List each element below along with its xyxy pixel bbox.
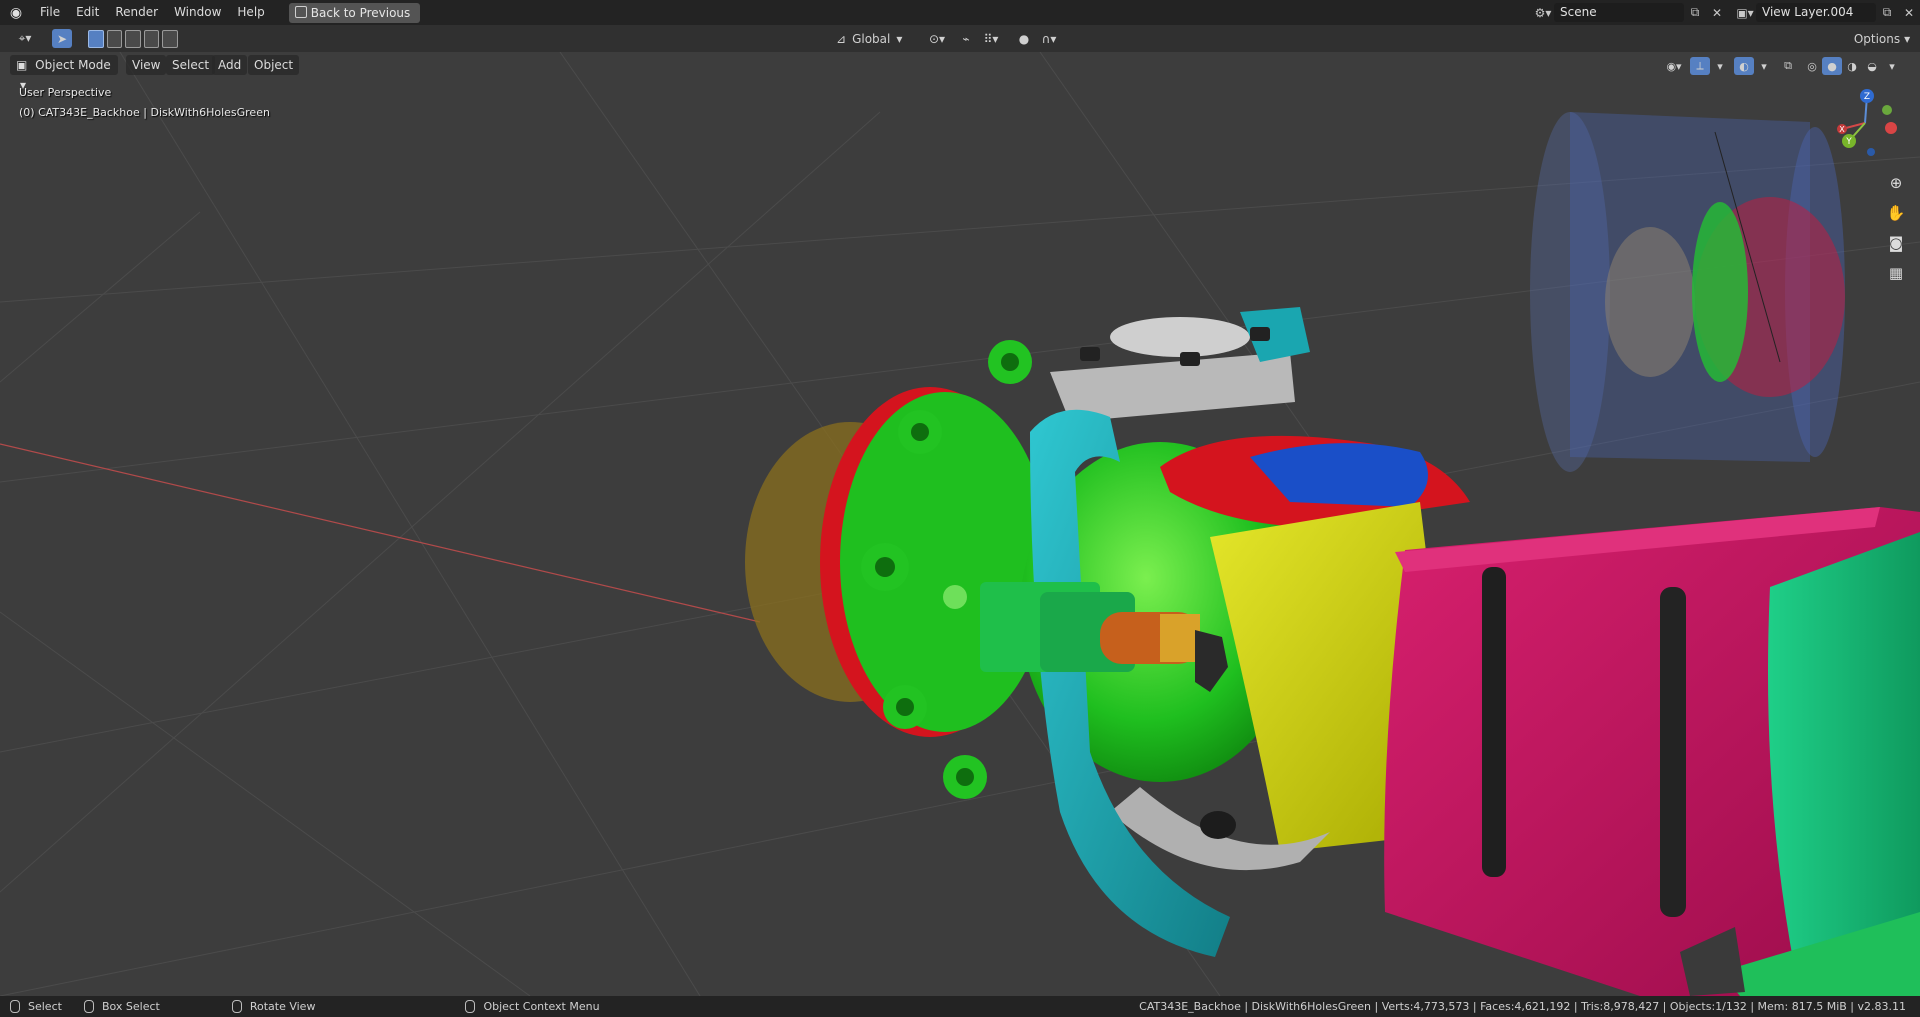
active-object-label: (0) CAT343E_Backhoe | DiskWith6HolesGree… bbox=[19, 106, 270, 119]
snap-target-icon[interactable]: ⠿▾ bbox=[976, 29, 1006, 48]
status-rotate-view-label: Rotate View bbox=[249, 1000, 316, 1013]
blender-logo-icon[interactable]: ◉ bbox=[0, 0, 32, 25]
select-new-icon[interactable] bbox=[88, 29, 104, 48]
status-context-menu-hint: Object Context Menu bbox=[465, 1000, 600, 1013]
chevron-down-icon: ▾ bbox=[20, 78, 27, 92]
view-layer-field[interactable]: View Layer.004 bbox=[1756, 3, 1876, 22]
chevron-down-icon: ▾ bbox=[1904, 31, 1911, 46]
select-tool-icon[interactable]: ➤ bbox=[52, 29, 72, 48]
status-context-menu-label: Object Context Menu bbox=[483, 1000, 600, 1013]
neg-y-axis-icon[interactable] bbox=[1882, 105, 1892, 115]
inset-assembly-preview bbox=[1530, 112, 1845, 472]
select-intersect-icon[interactable] bbox=[162, 29, 178, 48]
green-disk-with-holes bbox=[840, 340, 1050, 799]
svg-text:X: X bbox=[1839, 125, 1845, 134]
scene-name-field[interactable]: Scene bbox=[1554, 3, 1684, 22]
gizmo-toggle-icon[interactable]: ⟂ bbox=[1690, 57, 1710, 75]
svg-text:Y: Y bbox=[1845, 137, 1852, 147]
pan-hand-icon[interactable]: ✋ bbox=[1883, 200, 1909, 226]
selection-mode-group bbox=[88, 29, 178, 48]
select-subtract-icon[interactable] bbox=[125, 29, 141, 48]
scene-statistics: CAT343E_Backhoe | DiskWith6HolesGreen | … bbox=[1139, 1000, 1906, 1013]
viewport-menu-object[interactable]: Object bbox=[248, 55, 300, 75]
top-menu-bar: ◉ File Edit Render Window Help Back to P… bbox=[0, 0, 1920, 25]
material-shading-icon[interactable]: ◑ bbox=[1842, 57, 1862, 75]
scene-browse-icon[interactable]: ⚙▾ bbox=[1532, 3, 1554, 22]
menu-edit[interactable]: Edit bbox=[68, 0, 107, 25]
menu-file[interactable]: File bbox=[32, 0, 68, 25]
proportional-editing-icon[interactable]: ● bbox=[1016, 29, 1032, 48]
screen-icon bbox=[294, 5, 307, 18]
status-rotate-view-hint: Rotate View bbox=[231, 1000, 316, 1013]
perspective-toggle-icon[interactable]: ▦ bbox=[1883, 260, 1909, 286]
back-to-previous-button[interactable]: Back to Previous bbox=[288, 2, 421, 23]
status-select-hint: Select bbox=[10, 1000, 62, 1013]
shading-dropdown-icon[interactable]: ▾ bbox=[1882, 57, 1902, 75]
navigation-axis-gizmo[interactable]: Z Y X bbox=[1830, 88, 1900, 158]
orientation-icon: ⊿ bbox=[836, 31, 847, 46]
view-layer-browse-icon[interactable]: ▣▾ bbox=[1734, 3, 1756, 22]
gizmo-dropdown-icon[interactable]: ▾ bbox=[1710, 57, 1730, 75]
new-scene-icon[interactable]: ⧉ bbox=[1684, 3, 1706, 22]
black-rod-right bbox=[1660, 587, 1686, 917]
overlays-toggle-icon[interactable]: ◐ bbox=[1734, 57, 1754, 75]
camera-icon[interactable]: ◙ bbox=[1883, 230, 1909, 256]
status-box-select-label: Box Select bbox=[101, 1000, 160, 1013]
object-mode-label: Object Mode bbox=[35, 58, 111, 72]
viewport-menu-add[interactable]: Add bbox=[212, 55, 248, 75]
menu-window[interactable]: Window bbox=[166, 0, 229, 25]
transform-orientation-dropdown[interactable]: ⊿ Global ▾ bbox=[836, 29, 916, 48]
neg-x-axis-icon[interactable] bbox=[1885, 122, 1897, 134]
xray-toggle-icon[interactable]: ⧉ bbox=[1778, 57, 1798, 75]
viewport-scene bbox=[0, 52, 1920, 996]
select-extend-icon[interactable] bbox=[106, 29, 123, 48]
status-select-label: Select bbox=[28, 1000, 62, 1013]
menu-help[interactable]: Help bbox=[229, 0, 272, 25]
select-invert-icon[interactable] bbox=[143, 29, 160, 48]
wireframe-shading-icon[interactable]: ◎ bbox=[1802, 57, 1822, 75]
falloff-icon[interactable]: ∩▾ bbox=[1034, 29, 1064, 48]
editor-type-icon[interactable]: ⌖▾ bbox=[10, 29, 40, 48]
mouse-middle-icon bbox=[231, 1000, 242, 1013]
viewport-menu-select[interactable]: Select bbox=[166, 55, 216, 75]
pivot-point-icon[interactable]: ⊙▾ bbox=[922, 29, 952, 48]
new-view-layer-icon[interactable]: ⧉ bbox=[1876, 3, 1898, 22]
object-mode-icon: ▣ bbox=[16, 58, 28, 72]
back-to-previous-label: Back to Previous bbox=[310, 5, 411, 20]
x-axis-line bbox=[0, 443, 761, 623]
zoom-icon[interactable]: ⊕ bbox=[1883, 170, 1909, 196]
scene-selector-group: ⚙▾ Scene ⧉ ✕ ▣▾ View Layer.004 ⧉ ✕ bbox=[1532, 0, 1920, 25]
object-mode-dropdown[interactable]: ▣ Object Mode ▾ bbox=[10, 55, 118, 92]
chevron-down-icon: ▾ bbox=[896, 31, 903, 46]
snap-toggle-icon[interactable]: ⌁ bbox=[956, 29, 976, 48]
rendered-shading-icon[interactable]: ◒ bbox=[1862, 57, 1882, 75]
orientation-label: Global bbox=[852, 31, 891, 46]
delete-view-layer-icon[interactable]: ✕ bbox=[1898, 3, 1920, 22]
3d-viewport[interactable]: User Perspective (0) CAT343E_Backhoe | D… bbox=[0, 52, 1920, 996]
mouse-drag-icon bbox=[83, 1000, 94, 1013]
neg-z-axis-icon[interactable] bbox=[1867, 148, 1875, 156]
mouse-right-icon bbox=[465, 1000, 476, 1013]
status-bar: Select Box Select Rotate View Object Con… bbox=[0, 996, 1920, 1017]
viewport-menu-view[interactable]: View bbox=[126, 55, 167, 75]
viewport-header: ▣ Object Mode ▾ View Select Add Object ◉… bbox=[0, 52, 1920, 92]
viewport-display-controls: ◉▾ ⟂ ▾ ◐ ▾ ⧉ ◎ ● ◑ ◒ ▾ bbox=[1664, 57, 1902, 75]
options-label: Options bbox=[1853, 31, 1901, 46]
tool-header: ⌖▾ ➤ ⊿ Global ▾ ⊙▾ ⌁ ⠿▾ ● ∩▾ Options ▾ bbox=[0, 25, 1920, 52]
view-perspective-label: User Perspective bbox=[19, 86, 112, 99]
overlays-dropdown-icon[interactable]: ▾ bbox=[1754, 57, 1774, 75]
delete-scene-icon[interactable]: ✕ bbox=[1706, 3, 1728, 22]
visibility-icon[interactable]: ◉▾ bbox=[1664, 57, 1684, 75]
options-dropdown[interactable]: Options ▾ bbox=[1850, 29, 1914, 48]
black-rod-left bbox=[1482, 567, 1506, 877]
svg-text:Z: Z bbox=[1864, 92, 1870, 102]
grey-clamp-ring bbox=[1110, 317, 1250, 357]
menu-render[interactable]: Render bbox=[107, 0, 166, 25]
solid-shading-icon[interactable]: ● bbox=[1822, 57, 1842, 75]
mouse-left-icon bbox=[10, 1000, 20, 1013]
status-box-select-hint: Box Select bbox=[83, 1000, 160, 1013]
